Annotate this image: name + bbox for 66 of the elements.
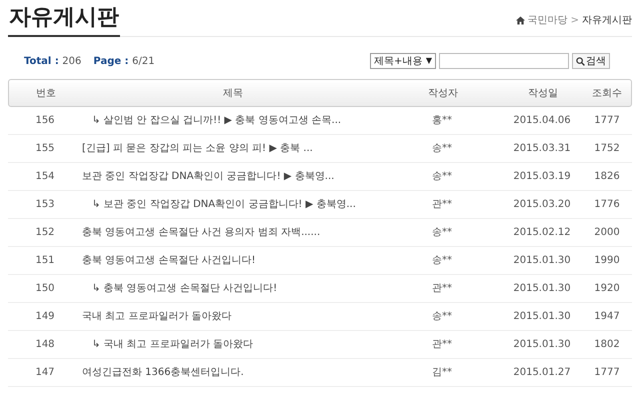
column-header: 작성자 xyxy=(428,86,458,100)
column-header: 작성일 xyxy=(528,86,558,100)
view-count: 1947 xyxy=(594,310,620,324)
view-count: 1777 xyxy=(594,366,620,380)
breadcrumb-link[interactable]: 국민마당 xyxy=(528,13,568,28)
post-title-link[interactable]: 보관 중인 작업장갑 DNA확인이 궁금합니다! ▶ 충북영... xyxy=(82,169,334,184)
view-count: 1990 xyxy=(594,254,620,268)
post-date: 2015.03.31 xyxy=(513,142,571,156)
post-date: 2015.04.06 xyxy=(513,114,571,128)
breadcrumb-current: 자유게시판 xyxy=(582,14,632,28)
post-number: 152 xyxy=(35,226,55,240)
post-number: 149 xyxy=(35,310,55,324)
post-title-link[interactable]: ↳ 충북 영동여고생 손목절단 사건입니다! xyxy=(82,281,278,296)
post-date: 2015.01.30 xyxy=(513,254,571,268)
post-number: 150 xyxy=(35,282,55,296)
author-name: 송** xyxy=(432,142,452,156)
post-title-link[interactable]: ↳ 보관 중인 작업장갑 DNA확인이 궁금합니다! ▶ 충북영... xyxy=(82,197,356,212)
author-name: 송** xyxy=(432,254,452,268)
author-name: 송** xyxy=(432,170,452,184)
author-name: 송** xyxy=(432,226,452,240)
column-header: 조회수 xyxy=(592,86,622,100)
post-title-link[interactable]: 충북 영동여고생 손목절단 사건 용의자 범죄 자백...... xyxy=(82,225,320,240)
post-number: 154 xyxy=(35,170,55,184)
post-date: 2015.01.30 xyxy=(513,282,571,296)
author-name: 관** xyxy=(432,338,452,352)
search-field[interactable] xyxy=(439,53,569,69)
view-count: 1826 xyxy=(594,170,620,184)
total-count: Total : 206 xyxy=(24,54,82,68)
post-number: 153 xyxy=(35,198,55,212)
page-title: 자유게시판 xyxy=(8,3,120,37)
post-title-link[interactable]: ↳ 살인범 안 잡으실 겁니까!! ▶ 충북 영동여고생 손목... xyxy=(82,113,342,128)
post-title-link[interactable]: [긴급] 피 묻은 장갑의 피는 소윤 양의 피! ▶ 충북 ... xyxy=(82,141,313,156)
author-name: 관** xyxy=(432,282,452,296)
post-date: 2015.03.20 xyxy=(513,198,571,212)
post-title-link[interactable]: 여성긴급전화 1366충북센터입니다. xyxy=(82,365,244,380)
post-number: 156 xyxy=(35,114,55,128)
post-number: 148 xyxy=(35,338,55,352)
post-date: 2015.03.19 xyxy=(513,170,571,184)
author-name: 홍** xyxy=(432,114,452,128)
home-icon[interactable] xyxy=(516,16,525,25)
post-number: 147 xyxy=(35,366,55,380)
author-name: 관** xyxy=(432,198,452,212)
post-title-link[interactable]: ↳ 국내 최고 프로파일러가 돌아왔다 xyxy=(82,337,254,352)
post-date: 2015.01.27 xyxy=(513,366,571,380)
post-title-link[interactable]: 충북 영동여고생 손목절단 사건입니다! xyxy=(82,253,256,268)
author-name: 김** xyxy=(432,366,452,380)
column-header: 제목 xyxy=(223,86,243,100)
post-title-link[interactable]: 국내 최고 프로파일러가 돌아왔다 xyxy=(82,309,232,324)
breadcrumb-separator: > xyxy=(570,14,579,28)
search-button[interactable]: 검색 xyxy=(572,53,610,69)
view-count: 1920 xyxy=(594,282,620,296)
view-count: 1776 xyxy=(594,198,620,212)
view-count: 1777 xyxy=(594,114,620,128)
search-scope-select[interactable]: 제목+내용 ▼ xyxy=(370,53,436,69)
author-name: 송** xyxy=(432,310,452,324)
view-count: 2000 xyxy=(594,226,620,240)
column-header: 번호 xyxy=(36,86,56,100)
post-number: 151 xyxy=(35,254,55,268)
post-date: 2015.01.30 xyxy=(513,338,571,352)
view-count: 1802 xyxy=(594,338,620,352)
view-count: 1752 xyxy=(594,142,620,156)
page-indicator: Page : 6/21 xyxy=(93,54,155,68)
post-date: 2015.02.12 xyxy=(513,226,571,240)
post-date: 2015.01.30 xyxy=(513,310,571,324)
search-icon xyxy=(576,56,585,66)
post-number: 155 xyxy=(35,142,55,156)
